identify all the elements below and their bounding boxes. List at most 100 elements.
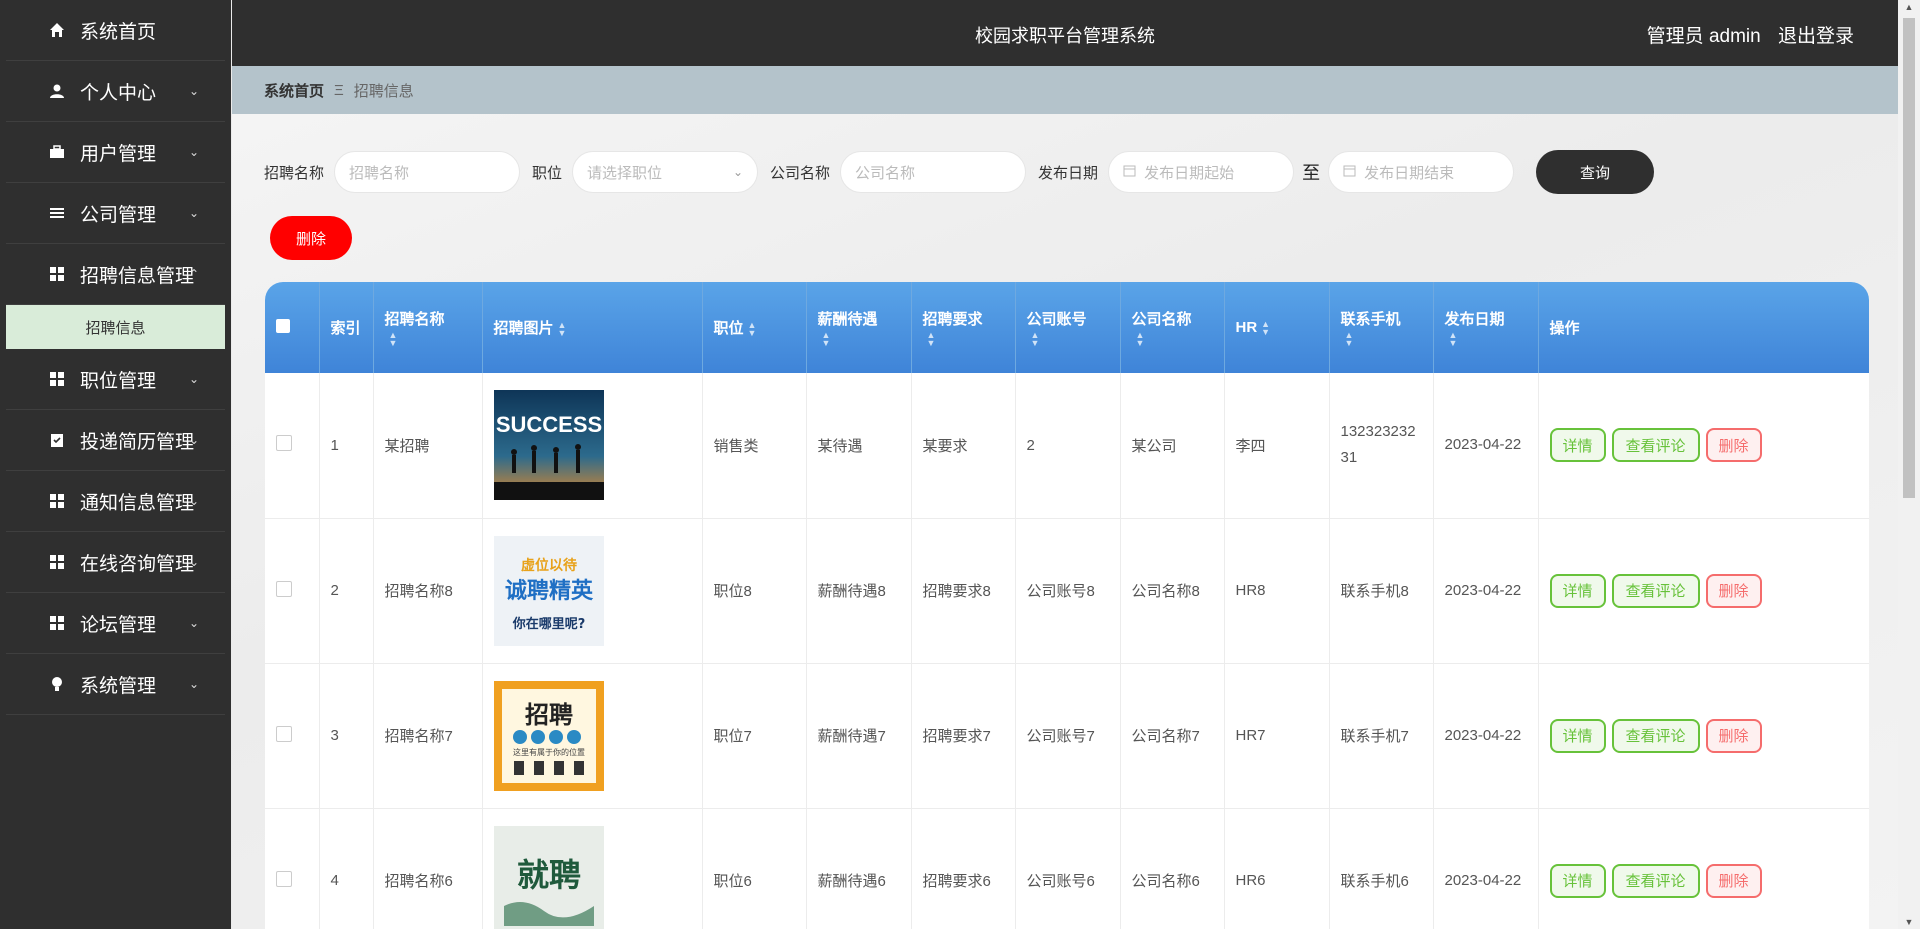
poster-text: 你在哪里呢?	[511, 616, 585, 632]
sidebar-item-position[interactable]: 职位管理 ⌄	[6, 349, 225, 410]
sidebar-item-home[interactable]: 系统首页	[6, 0, 225, 61]
date-end-input[interactable]: 发布日期结束	[1328, 151, 1515, 193]
view-comments-button[interactable]: 查看评论	[1611, 718, 1700, 753]
poster-text: 就聘	[516, 856, 580, 894]
cell-salary: 某待遇	[806, 373, 912, 519]
page-scrollbar[interactable]: ▲ ▼	[1898, 0, 1920, 929]
col-header-salary[interactable]: 薪酬待遇 ▲ ▼	[806, 282, 912, 373]
col-header-account[interactable]: 公司账号 ▲ ▼	[1015, 282, 1121, 373]
date-start-input[interactable]: 发布日期起始	[1108, 151, 1295, 193]
sidebar-item-system[interactable]: 系统管理 ⌄	[6, 654, 225, 715]
col-header-requirement[interactable]: 招聘要求 ▲ ▼	[911, 282, 1016, 373]
table-row: 1 某招聘 SUCCESS 销售类 某待遇 某要求 2 某公司 李四 13232…	[265, 373, 1869, 519]
cell-date: 2023-04-22	[1433, 518, 1539, 664]
breadcrumb-current: 招聘信息	[353, 82, 414, 100]
row-checkbox[interactable]	[276, 435, 292, 452]
recruit-image: 就聘	[493, 825, 604, 929]
cell-account: 公司账号8	[1015, 518, 1121, 664]
name-input[interactable]: 招聘名称	[334, 151, 521, 193]
sort-icon[interactable]: ▲ ▼	[1345, 330, 1354, 347]
select-all-checkbox[interactable]	[276, 318, 290, 333]
view-comments-button[interactable]: 查看评论	[1611, 863, 1700, 898]
sort-icon[interactable]: ▲ ▼	[927, 330, 936, 347]
cell-company: 某公司	[1120, 373, 1225, 519]
col-header-label: 公司账号	[1026, 311, 1087, 329]
view-comments-button[interactable]: 查看评论	[1611, 428, 1700, 463]
sort-icon[interactable]: ▲ ▼	[1261, 320, 1270, 337]
sidebar-item-label: 投递简历管理	[80, 431, 195, 453]
breadcrumb-home[interactable]: 系统首页	[264, 80, 324, 101]
sidebar-item-users[interactable]: 用户管理 ⌄	[6, 122, 225, 183]
detail-button[interactable]: 详情	[1549, 428, 1606, 463]
sidebar-item-personal[interactable]: 个人中心 ⌄	[6, 61, 225, 122]
cell-requirement: 某要求	[911, 373, 1016, 519]
sidebar-item-consult[interactable]: 在线咨询管理 ⌄	[6, 532, 225, 593]
sidebar-item-forum[interactable]: 论坛管理 ⌄	[6, 593, 225, 654]
col-header-hr[interactable]: HR ▲ ▼	[1224, 282, 1330, 373]
sort-icon[interactable]: ▲ ▼	[748, 321, 757, 338]
to-label: 至	[1302, 163, 1321, 183]
sort-icon[interactable]: ▲ ▼	[558, 321, 567, 338]
sidebar: 系统首页 个人中心 ⌄ 用户管理 ⌄ 公司管理 ⌄ 招聘信息管理 ⌃ 招聘信息 …	[0, 0, 231, 929]
view-comments-button[interactable]: 查看评论	[1611, 573, 1700, 608]
batch-delete-button[interactable]: 删除	[270, 216, 352, 260]
delete-button[interactable]: 删除	[1705, 718, 1762, 753]
scroll-down-icon[interactable]: ▼	[1898, 917, 1920, 927]
sidebar-subitem-recruit-info[interactable]: 招聘信息	[6, 305, 225, 349]
sort-icon[interactable]: ▲ ▼	[1031, 330, 1040, 347]
cell-requirement: 招聘要求6	[911, 808, 1016, 929]
grid-icon	[48, 492, 66, 510]
table-row: 4 招聘名称6 就聘 职位6 薪酬待遇6 招聘要求6 公司账号6 公司名称6 H…	[265, 808, 1869, 929]
scrollbar-thumb[interactable]	[1903, 18, 1915, 498]
row-checkbox[interactable]	[276, 580, 292, 597]
position-select[interactable]: 请选择职位 ⌄	[572, 151, 759, 193]
recruit-image: 招聘 这里有属于你的位置	[493, 680, 604, 791]
sidebar-item-company[interactable]: 公司管理 ⌄	[6, 183, 225, 244]
logout-link[interactable]: 退出登录	[1778, 26, 1854, 47]
company-input[interactable]: 公司名称	[840, 151, 1027, 193]
date-label: 发布日期	[1038, 164, 1099, 182]
date-end-placeholder: 发布日期结束	[1364, 164, 1455, 182]
sort-icon[interactable]: ▲ ▼	[1449, 330, 1458, 347]
delete-button[interactable]: 删除	[1705, 573, 1762, 608]
sidebar-item-label: 用户管理	[80, 143, 157, 165]
sidebar-item-notice[interactable]: 通知信息管理 ⌄	[6, 471, 225, 532]
cell-account: 公司账号7	[1015, 663, 1121, 809]
cell-position: 职位8	[702, 518, 807, 664]
chevron-down-icon: ⌄	[188, 372, 199, 386]
cell-requirement: 招聘要求8	[911, 518, 1016, 664]
col-header-phone[interactable]: 联系手机 ▲ ▼	[1329, 282, 1434, 373]
sort-icon[interactable]: ▲ ▼	[1136, 330, 1145, 347]
sort-icon[interactable]: ▲ ▼	[822, 330, 831, 347]
detail-button[interactable]: 详情	[1549, 718, 1606, 753]
username: 管理员 admin	[1646, 26, 1761, 47]
col-header-date[interactable]: 发布日期 ▲ ▼	[1433, 282, 1539, 373]
sidebar-item-label: 公司管理	[80, 204, 157, 226]
detail-button[interactable]: 详情	[1549, 573, 1606, 608]
query-button[interactable]: 查询	[1536, 150, 1655, 194]
delete-button[interactable]: 删除	[1705, 428, 1762, 463]
breadcrumb-separator-icon: Ξ	[334, 81, 344, 99]
scroll-up-icon[interactable]: ▲	[1898, 2, 1920, 12]
col-header-position[interactable]: 职位 ▲ ▼	[702, 282, 807, 373]
recruit-table: 索引 招聘名称 ▲ ▼ 招聘图片 ▲ ▼ 职位 ▲ ▼ 薪酬待遇 ▲ ▼ 招聘要求 ▲ ▼ 公司账号…	[265, 282, 1869, 929]
delete-button[interactable]: 删除	[1705, 863, 1762, 898]
col-header-company[interactable]: 公司名称 ▲ ▼	[1120, 282, 1225, 373]
sidebar-item-recruit-info[interactable]: 招聘信息管理 ⌃	[6, 244, 225, 305]
home-icon	[48, 21, 66, 39]
chevron-down-icon: ⌄	[188, 616, 199, 630]
col-header-name[interactable]: 招聘名称 ▲ ▼	[373, 282, 483, 373]
col-header-image[interactable]: 招聘图片 ▲ ▼	[482, 282, 703, 373]
chevron-down-icon: ⌄	[188, 494, 199, 508]
sidebar-item-label: 在线咨询管理	[80, 553, 195, 575]
sidebar-item-resume[interactable]: 投递简历管理 ⌄	[6, 410, 225, 471]
select-all-cell	[265, 282, 320, 373]
cell-actions: 详情 查看评论 删除	[1538, 373, 1869, 519]
detail-button[interactable]: 详情	[1549, 863, 1606, 898]
row-checkbox[interactable]	[276, 725, 292, 742]
cell-hr: HR8	[1224, 518, 1330, 664]
sort-icon[interactable]: ▲ ▼	[389, 330, 398, 347]
grid-icon	[48, 553, 66, 571]
cell-date: 2023-04-22	[1433, 373, 1539, 519]
row-checkbox[interactable]	[276, 870, 292, 887]
